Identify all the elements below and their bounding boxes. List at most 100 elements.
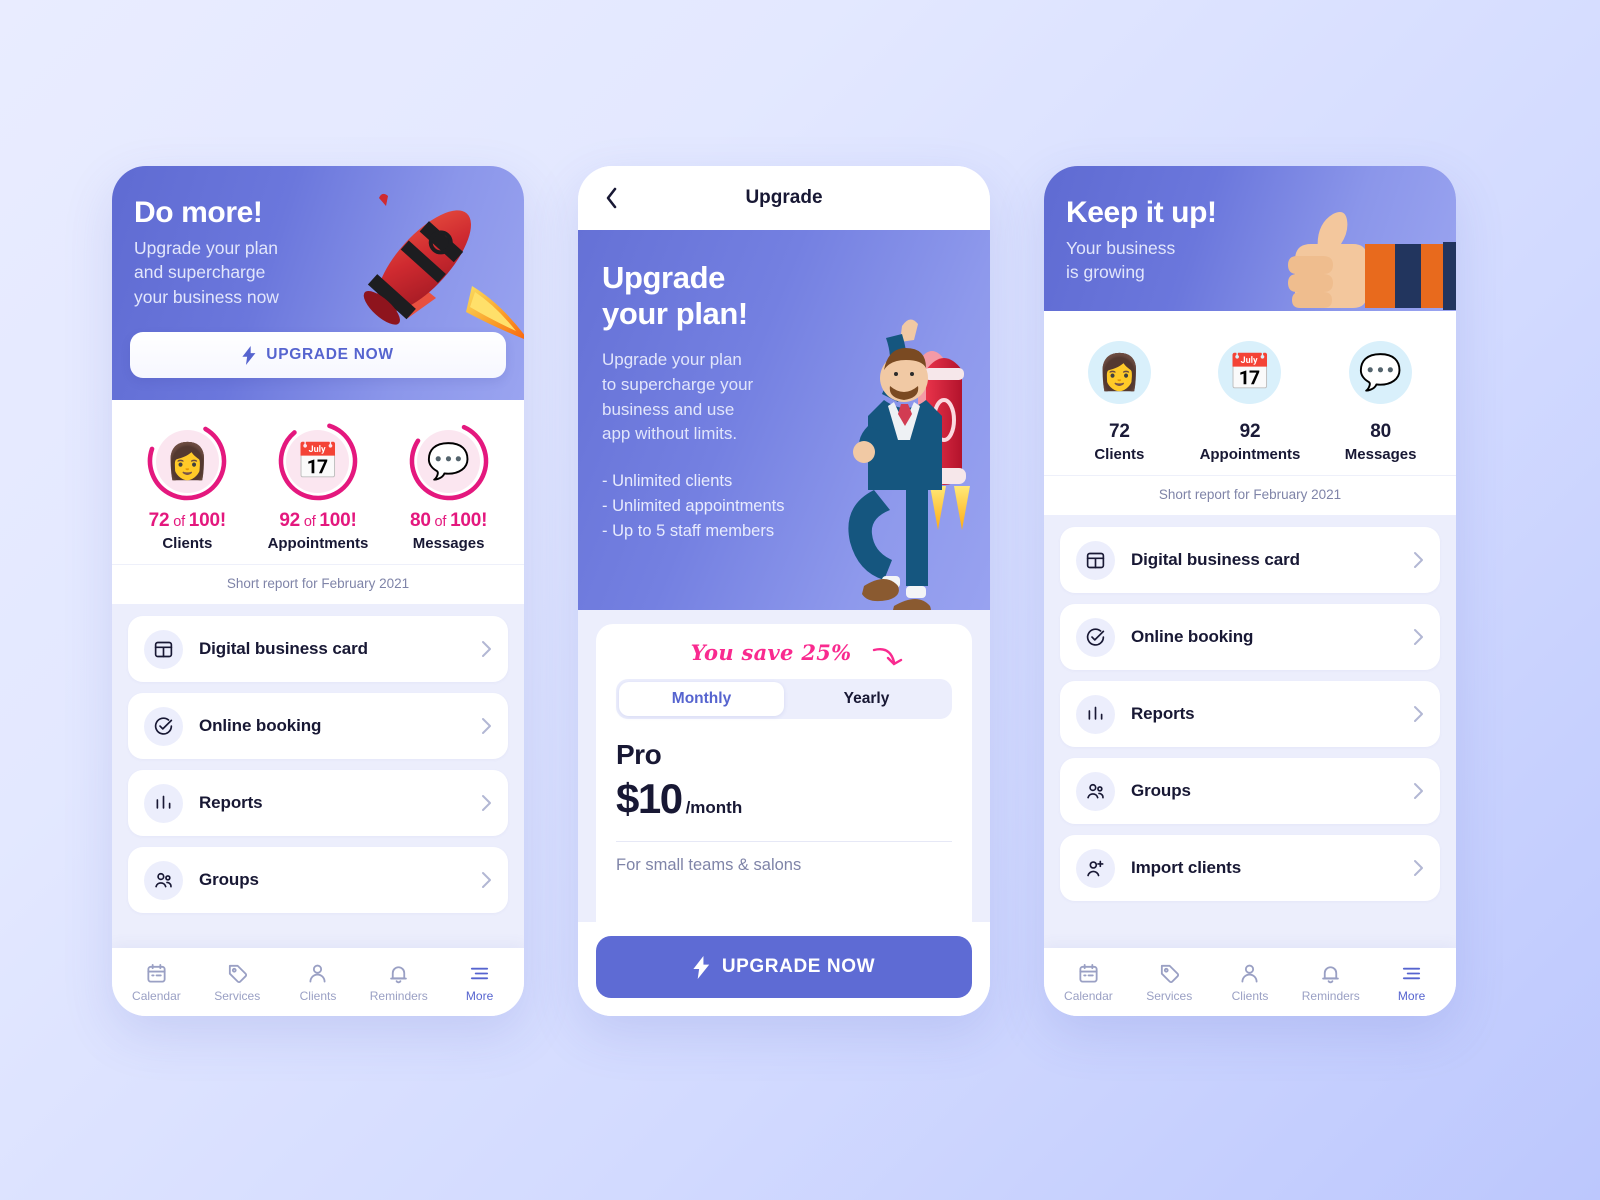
phone-screen-growth: Keep it up! Your business is growing 👩 7… xyxy=(1044,166,1456,1016)
tab-label: More xyxy=(465,988,494,1003)
billing-option-yearly[interactable]: Yearly xyxy=(784,682,949,716)
promo-banner: Do more! Upgrade your plan and superchar… xyxy=(112,166,524,401)
layout-card-icon xyxy=(144,629,183,669)
group-people-icon xyxy=(144,860,183,900)
menu-item-label: Import clients xyxy=(1131,858,1242,878)
phone-screen-upgrade: Upgrade Upgrade your plan! Upgrade your … xyxy=(578,166,990,1016)
divider xyxy=(616,841,952,842)
page-title: Upgrade xyxy=(745,187,823,208)
menu-lines-icon xyxy=(1403,967,1421,979)
stat-avatar-clients: 👩 xyxy=(1078,331,1160,413)
check-circle-icon xyxy=(1076,617,1115,657)
menu-item-digital-business-card[interactable]: Digital business card xyxy=(1060,527,1440,594)
ring-arc-icon xyxy=(409,421,488,501)
tab-label: Clients xyxy=(1231,988,1269,1003)
chevron-right-icon xyxy=(1414,552,1423,569)
tab-label: Clients xyxy=(299,988,337,1003)
chevron-left-icon xyxy=(606,187,616,209)
tab-clients[interactable]: Clients xyxy=(278,962,359,1003)
bolt-icon xyxy=(693,955,710,979)
menu-item-reports[interactable]: Reports xyxy=(128,770,508,837)
chevron-right-icon xyxy=(1414,706,1423,723)
tab-more[interactable]: More xyxy=(1371,962,1452,1003)
progress-ring-clients: 👩 xyxy=(146,420,228,502)
stat-value-clients: 72 of 100! xyxy=(148,510,227,532)
tab-services[interactable]: Services xyxy=(197,962,278,1003)
upgrade-now-label: UPGRADE NOW xyxy=(721,956,876,977)
tab-calendar[interactable]: Calendar xyxy=(116,962,197,1003)
tab-services[interactable]: Services xyxy=(1129,962,1210,1003)
tab-label: More xyxy=(1397,988,1426,1003)
menu-item-groups[interactable]: Groups xyxy=(1060,758,1440,825)
tab-clients[interactable]: Clients xyxy=(1210,962,1291,1003)
stat-messages: 💬 80 Messages xyxy=(1316,331,1445,463)
tag-icon xyxy=(1160,964,1179,983)
stat-value-messages: 80 of 100! xyxy=(409,510,488,532)
calendar-icon xyxy=(147,963,166,983)
menu-item-label: Groups xyxy=(1131,781,1191,801)
woman-avatar-icon: 👩 xyxy=(1087,340,1151,404)
menu-item-import-clients[interactable]: Import clients xyxy=(1060,835,1440,902)
progress-ring-appointments: 📅 xyxy=(277,420,359,502)
tab-label: Services xyxy=(214,988,261,1003)
cta-bar: UPGRADE NOW xyxy=(578,922,990,1016)
tab-label: Calendar xyxy=(132,988,181,1003)
calendar-bag-icon: 📅 xyxy=(1218,340,1282,404)
chevron-right-icon xyxy=(482,718,491,735)
stat-clients: 👩 72 Clients xyxy=(1055,331,1184,463)
tab-calendar[interactable]: Calendar xyxy=(1048,962,1129,1003)
curved-arrow-icon xyxy=(872,648,903,666)
bell-icon xyxy=(390,965,408,983)
menu-item-label: Reports xyxy=(1131,704,1195,724)
menu-item-online-booking[interactable]: Online booking xyxy=(1060,604,1440,671)
tab-reminders[interactable]: Reminders xyxy=(1290,962,1371,1003)
tab-label: Services xyxy=(1146,988,1193,1003)
save-note-text: You save 25% xyxy=(690,640,852,665)
tab-label: Calendar xyxy=(1064,988,1113,1003)
menu-item-label: Groups xyxy=(199,870,259,890)
stat-label-clients: Clients xyxy=(1094,446,1145,464)
menu-item-digital-business-card[interactable]: Digital business card xyxy=(128,616,508,683)
menu-item-label: Reports xyxy=(199,793,263,813)
report-note: Short report for February 2021 xyxy=(1044,475,1456,516)
tag-icon xyxy=(228,964,247,983)
stat-appointments: 📅 92 of 100! Appointments xyxy=(253,420,382,552)
bottom-tab-bar: Calendar Services Clients Reminders More xyxy=(1044,948,1456,1016)
menu-item-online-booking[interactable]: Online booking xyxy=(128,693,508,760)
tab-label: Reminders xyxy=(1301,988,1360,1003)
menu-item-label: Online booking xyxy=(199,716,322,736)
tab-more[interactable]: More xyxy=(439,962,520,1003)
group-people-icon xyxy=(1076,771,1115,811)
bottom-tab-bar: Calendar Services Clients Reminders More xyxy=(112,948,524,1016)
nav-bar: Upgrade xyxy=(578,166,990,230)
progress-ring-messages: 💬 xyxy=(408,420,490,502)
menu-item-label: Online booking xyxy=(1131,627,1254,647)
menu-item-label: Digital business card xyxy=(1131,550,1300,570)
tab-label: Reminders xyxy=(369,988,428,1003)
stat-value-clients: 72 xyxy=(1108,421,1130,443)
tab-reminders[interactable]: Reminders xyxy=(358,962,439,1003)
screen-content: Do more! Upgrade your plan and superchar… xyxy=(112,166,524,1016)
stat-label-clients: Clients xyxy=(162,535,213,553)
billing-option-monthly[interactable]: Monthly xyxy=(619,682,784,716)
person-icon xyxy=(1241,964,1258,983)
chevron-right-icon xyxy=(1414,783,1423,800)
chevron-right-icon xyxy=(1414,629,1423,646)
ring-arc-icon xyxy=(278,421,358,501)
billing-period-toggle[interactable]: Monthly Yearly xyxy=(616,679,952,719)
upgrade-now-button[interactable]: UPGRADE NOW xyxy=(596,936,972,998)
menu-item-groups[interactable]: Groups xyxy=(128,847,508,914)
plan-price-amount: $10 xyxy=(616,775,683,822)
phone-screen-dashboard: Do more! Upgrade your plan and superchar… xyxy=(112,166,524,1016)
stat-label-appointments: Appointments xyxy=(1199,446,1301,464)
chevron-right-icon xyxy=(482,872,491,889)
calendar-icon xyxy=(1079,963,1098,983)
screen-content: Keep it up! Your business is growing 👩 7… xyxy=(1044,166,1456,1016)
menu-item-reports[interactable]: Reports xyxy=(1060,681,1440,748)
stat-value-appointments: 92 xyxy=(1239,421,1261,443)
check-circle-icon xyxy=(144,706,183,746)
stat-avatar-appointments: 📅 xyxy=(1209,331,1291,413)
bolt-icon xyxy=(242,345,256,365)
stat-label-messages: Messages xyxy=(1344,446,1417,464)
back-button[interactable] xyxy=(598,185,624,211)
